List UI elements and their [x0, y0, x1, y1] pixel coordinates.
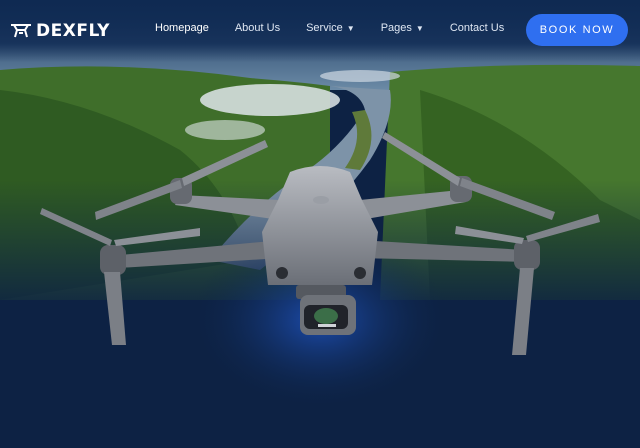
brand-name: DEXFLY	[36, 21, 110, 41]
drone-logo-icon	[11, 24, 31, 38]
nav-item-service[interactable]: Service ▼	[306, 22, 355, 34]
nav-item-pages[interactable]: Pages ▼	[381, 22, 424, 34]
nav-label: Contact Us	[449, 22, 505, 34]
main-menu: Homepage About Us Service ▼ Pages ▼ Cont…	[150, 22, 504, 34]
chevron-down-icon: ▼	[415, 23, 424, 33]
nav-item-homepage[interactable]: Homepage	[155, 22, 209, 34]
chevron-down-icon: ▼	[346, 23, 355, 33]
hero-image	[0, 0, 640, 448]
book-now-button[interactable]: BOOK NOW	[526, 14, 628, 46]
nav-item-about-us[interactable]: About Us	[235, 22, 280, 34]
nav-label: Pages	[380, 22, 412, 34]
nav-item-contact-us[interactable]: Contact Us	[450, 22, 504, 34]
top-nav: DEXFLY Homepage About Us Service ▼ Pages…	[0, 0, 640, 62]
nav-label: Homepage	[155, 22, 209, 34]
nav-label: Service	[306, 22, 343, 34]
nav-label: About Us	[234, 22, 281, 34]
brand-logo[interactable]: DEXFLY	[10, 20, 110, 42]
page: DEXFLY Homepage About Us Service ▼ Pages…	[0, 0, 640, 448]
